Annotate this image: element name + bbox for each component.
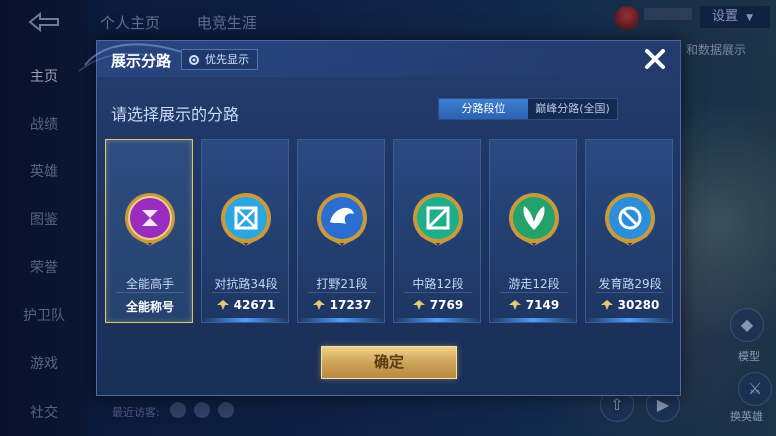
lane-card-title: 发育路29段 [598, 277, 662, 291]
divider [404, 292, 472, 293]
lane-card-roam[interactable]: 游走12段 7149 [489, 139, 577, 323]
confirm-button[interactable]: 确定 [321, 346, 457, 379]
lane-card-mid[interactable]: 中路12段 7769 [393, 139, 481, 323]
clash-lane-emblem-icon [221, 193, 271, 246]
tab-peak-lane-national[interactable]: 巅峰分路(全国) [528, 99, 617, 119]
all-rounder-emblem-icon [125, 193, 175, 246]
rank-arrow-icon [312, 300, 325, 310]
gear-icon [189, 54, 199, 65]
close-icon[interactable] [641, 45, 669, 73]
divider [500, 292, 568, 293]
lane-card-stat-value: 7769 [429, 298, 464, 312]
lane-card-stat-value: 全能称号 [125, 300, 174, 314]
lane-display-dialog: 展示分路 优先显示 请选择展示的分路 分路段位 巅峰分路(全国) 全能高手 全能… [78, 40, 682, 396]
priority-display-button[interactable]: 优先显示 [181, 49, 258, 70]
card-highlight-bar [202, 318, 288, 322]
lane-card-title: 中路12段 [412, 277, 464, 291]
lane-card-title: 全能高手 [125, 277, 174, 291]
mid-lane-emblem-icon [413, 193, 463, 246]
tab-lane-rank[interactable]: 分路段位 [439, 99, 528, 119]
rank-arrow-icon [508, 300, 521, 310]
lane-card-title: 游走12段 [508, 277, 560, 291]
lane-card-list: 全能高手 全能称号 对抗路34段 42671 打野21段 17237 中路12段… [105, 139, 675, 323]
lane-card-stat-value: 30280 [617, 298, 660, 312]
lane-card-stat-value: 42671 [233, 298, 276, 312]
lane-card-jungle[interactable]: 打野21段 17237 [297, 139, 385, 323]
lane-card-stat: 30280 [586, 298, 674, 312]
lane-card-stat: 7769 [394, 298, 482, 312]
lane-card-stat-value: 7149 [525, 298, 560, 312]
rank-arrow-icon [216, 300, 229, 310]
lane-mode-toggle: 分路段位 巅峰分路(全国) [438, 98, 618, 120]
roam-emblem-icon [509, 193, 559, 246]
lane-card-farm[interactable]: 发育路29段 30280 [585, 139, 673, 323]
lane-card-stat: 42671 [202, 298, 290, 312]
card-highlight-bar [586, 318, 672, 322]
jungle-emblem-icon [317, 193, 367, 246]
divider [308, 292, 376, 293]
divider [116, 292, 184, 293]
lane-card-title: 对抗路34段 [214, 277, 278, 291]
rank-arrow-icon [412, 300, 425, 310]
card-highlight-bar [394, 318, 480, 322]
lane-card-all-rounder[interactable]: 全能高手 全能称号 [105, 139, 193, 323]
lane-card-stat: 7149 [490, 298, 578, 312]
lane-card-title: 打野21段 [316, 277, 368, 291]
rank-arrow-icon [600, 300, 613, 310]
lane-card-stat: 17237 [298, 298, 386, 312]
divider [596, 292, 664, 293]
card-highlight-bar [298, 318, 384, 322]
lane-card-stat: 全能称号 [106, 298, 194, 315]
farm-lane-emblem-icon [605, 193, 655, 246]
card-highlight-bar [490, 318, 576, 322]
priority-display-label: 优先显示 [205, 53, 249, 66]
dialog-subtitle: 请选择展示的分路 [111, 105, 240, 124]
lane-card-clash[interactable]: 对抗路34段 42671 [201, 139, 289, 323]
divider [212, 292, 280, 293]
dialog-title: 展示分路 [111, 52, 172, 70]
lane-card-stat-value: 17237 [329, 298, 372, 312]
